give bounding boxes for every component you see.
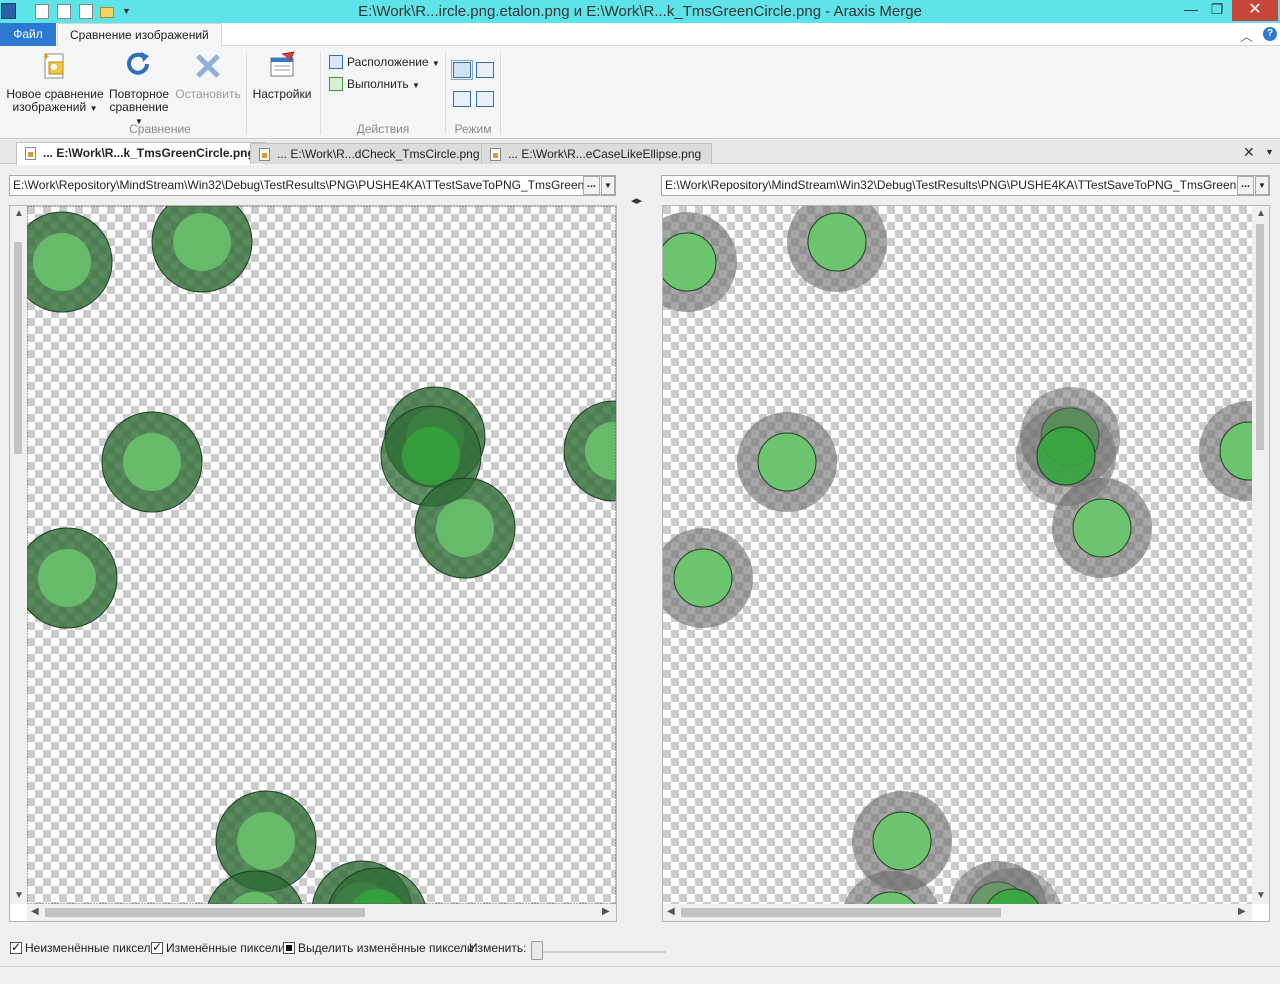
title-bar: ▼ E:\Work\R...ircle.png.etalon.png и E:\… xyxy=(0,0,1280,23)
left-vscroll-thumb[interactable] xyxy=(14,242,22,454)
group-label-mode: Режим xyxy=(454,122,492,136)
tab-file[interactable]: Файл xyxy=(0,23,56,46)
unchanged-pixels-checkbox[interactable] xyxy=(10,940,22,954)
close-button[interactable]: ✕ xyxy=(1232,0,1278,21)
right-vscroll-thumb[interactable] xyxy=(1256,224,1264,450)
scroll-up-icon[interactable]: ▲ xyxy=(1256,208,1266,219)
settings-button[interactable]: Настройки xyxy=(250,50,314,101)
mode-rows-icon[interactable] xyxy=(476,91,494,107)
unchanged-pixels-label: Неизменённые пиксели xyxy=(25,941,158,955)
tab-image-compare[interactable]: Сравнение изображений xyxy=(57,23,222,47)
left-hscroll-thumb[interactable] xyxy=(45,908,365,917)
right-image-canvas xyxy=(663,206,1252,904)
window-title: E:\Work\R...ircle.png.etalon.png и E:\Wo… xyxy=(358,3,922,20)
doc-tab-label: ... E:\Work\R...k_TmsGreenCircle.png xyxy=(43,146,255,160)
chevron-down-icon: ▼ xyxy=(89,104,98,113)
changed-pixels-label: Изменённые пиксели xyxy=(166,941,285,955)
doc-tab-3[interactable]: ... E:\Work\R...eCaseLikeEllipse.png xyxy=(481,143,713,164)
stop-x-icon xyxy=(196,54,220,78)
scroll-down-icon[interactable]: ▼ xyxy=(14,890,24,901)
recompare-label-2: сравнение xyxy=(109,100,169,114)
right-image-pane[interactable]: ▲ ▼ ◀ ▶ xyxy=(662,205,1270,922)
ribbon-separator xyxy=(320,52,321,134)
stop-label: Остановить xyxy=(175,87,241,101)
doc-tab-1[interactable]: ... E:\Work\R...k_TmsGreenCircle.png xyxy=(16,142,266,165)
maximize-button[interactable]: ❐ xyxy=(1204,0,1230,21)
change-slider-thumb[interactable] xyxy=(531,941,543,960)
help-icon[interactable]: ? xyxy=(1263,27,1277,41)
stop-button[interactable]: Остановить xyxy=(174,50,242,101)
highlight-changed-checkbox[interactable] xyxy=(283,942,295,954)
ribbon: ✦ Новое сравнение изображений ▼ Повторно… xyxy=(0,46,1280,139)
highlight-changed-option[interactable]: Выделить изменённые пиксели xyxy=(283,941,474,955)
doc-tab-label: ... E:\Work\R...dCheck_TmsCircle.png xyxy=(277,147,480,161)
svg-text:✦: ✦ xyxy=(42,52,50,63)
collapse-ribbon-icon[interactable]: ︿ xyxy=(1240,26,1253,45)
changed-pixels-checkbox[interactable] xyxy=(151,940,163,954)
doc-tab-2[interactable]: ... E:\Work\R...dCheck_TmsCircle.png xyxy=(250,143,491,164)
ribbon-tab-bar: Файл Сравнение изображений ︿ ? xyxy=(0,23,1280,47)
scroll-down-icon[interactable]: ▼ xyxy=(1256,890,1266,901)
document-tab-bar: ... E:\Work\R...k_TmsGreenCircle.png ...… xyxy=(0,140,1280,165)
group-label-actions: Действия xyxy=(356,122,410,136)
image-file-icon xyxy=(25,147,36,160)
doc-tab-label: ... E:\Work\R...eCaseLikeEllipse.png xyxy=(508,147,702,161)
mode-columns-icon[interactable] xyxy=(476,62,494,78)
settings-icon xyxy=(270,51,295,77)
minimize-button[interactable]: — xyxy=(1178,0,1204,21)
close-tab-icon[interactable]: ✕ xyxy=(1243,144,1255,161)
tab-list-dropdown-icon[interactable]: ▼ xyxy=(1265,147,1274,157)
right-hscroll-thumb[interactable] xyxy=(681,908,1001,917)
unchanged-pixels-option[interactable]: Неизменённые пиксели xyxy=(10,940,158,955)
recompare-button[interactable]: Повторное сравнение ▼ xyxy=(106,50,172,128)
chevron-down-icon: ▼ xyxy=(431,59,440,68)
layout-icon xyxy=(329,55,343,69)
left-image-canvas xyxy=(27,206,616,904)
status-bar xyxy=(0,966,1280,984)
changed-pixels-option[interactable]: Изменённые пиксели xyxy=(151,940,285,955)
settings-label: Настройки xyxy=(252,87,312,101)
image-file-icon xyxy=(490,148,501,161)
right-horizontal-scrollbar[interactable]: ◀ ▶ xyxy=(663,904,1252,921)
new-compare-icon: ✦ xyxy=(42,52,64,79)
scroll-left-icon[interactable]: ◀ xyxy=(31,906,39,917)
layout-button[interactable]: Расположение ▼ xyxy=(329,55,440,69)
left-path-field[interactable]: E:\Work\Repository\MindStream\Win32\Debu… xyxy=(9,175,616,196)
change-slider-track[interactable] xyxy=(536,951,666,953)
left-horizontal-scrollbar[interactable]: ◀ ▶ xyxy=(27,904,616,921)
new-image-compare-button[interactable]: ✦ Новое сравнение изображений ▼ xyxy=(6,50,104,115)
left-browse-button[interactable]: ... xyxy=(583,176,600,195)
right-vertical-scrollbar[interactable]: ▲ ▼ xyxy=(1252,206,1269,904)
swap-icon[interactable]: ◂▸ xyxy=(631,194,642,207)
right-path-dropdown-icon[interactable]: ▼ xyxy=(1255,176,1269,195)
change-slider-label: Изменить: xyxy=(469,941,527,955)
execute-label: Выполнить xyxy=(347,77,409,91)
scroll-right-icon[interactable]: ▶ xyxy=(1238,906,1246,917)
left-image-pane[interactable]: ▲ ▼ ◀ ▶ xyxy=(9,205,617,922)
refresh-icon xyxy=(127,52,149,75)
right-path-field[interactable]: E:\Work\Repository\MindStream\Win32\Debu… xyxy=(661,175,1270,196)
execute-icon xyxy=(329,77,343,91)
right-browse-button[interactable]: ... xyxy=(1237,176,1254,195)
image-file-icon xyxy=(259,148,270,161)
scroll-right-icon[interactable]: ▶ xyxy=(602,906,610,917)
layout-label: Расположение xyxy=(347,55,429,69)
highlight-changed-label: Выделить изменённые пиксели xyxy=(298,941,474,955)
scroll-up-icon[interactable]: ▲ xyxy=(14,208,24,219)
mode-side-by-side-icon[interactable] xyxy=(451,60,473,80)
mode-stacked-icon[interactable] xyxy=(453,91,471,107)
left-path-dropdown-icon[interactable]: ▼ xyxy=(601,176,615,195)
new-compare-label-2: изображений xyxy=(12,100,87,114)
scroll-left-icon[interactable]: ◀ xyxy=(667,906,675,917)
ribbon-separator xyxy=(500,52,501,134)
chevron-down-icon: ▼ xyxy=(411,81,420,90)
group-label-compare: Сравнение xyxy=(129,122,191,136)
left-vertical-scrollbar[interactable]: ▲ ▼ xyxy=(10,206,27,904)
execute-button[interactable]: Выполнить ▼ xyxy=(329,77,420,91)
